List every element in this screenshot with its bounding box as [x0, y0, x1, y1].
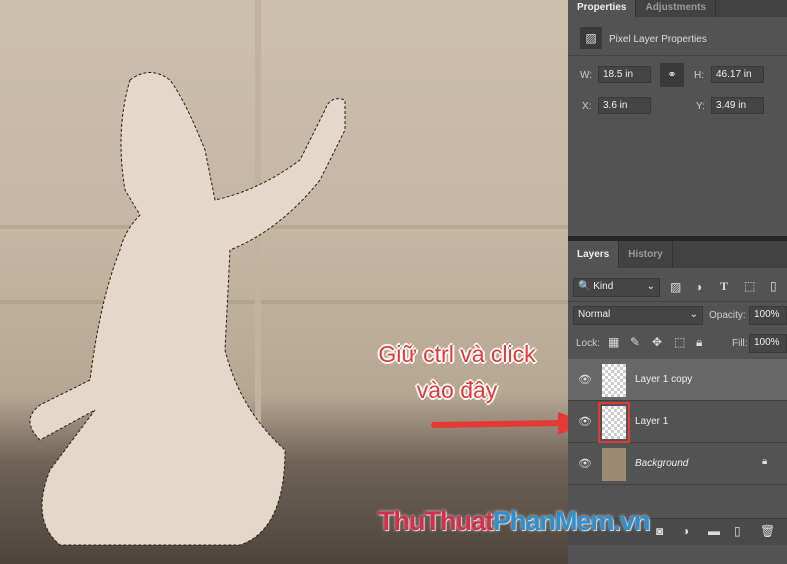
watermark-part3: .vn: [613, 506, 651, 536]
lock-brush-icon[interactable]: ✎: [630, 335, 640, 349]
blend-mode-select[interactable]: Normal ⌄: [573, 306, 703, 325]
tab-properties[interactable]: Properties: [568, 0, 637, 17]
blend-mode-value: Normal: [578, 309, 611, 320]
layer-thumbnail: [602, 448, 626, 481]
image-canvas[interactable]: [0, 0, 568, 564]
layer-row[interactable]: 👁︎ Layer 1 copy: [568, 359, 787, 401]
smart-object-filter-icon[interactable]: ▯: [770, 279, 777, 293]
watermark-part2: PhanMem: [492, 506, 615, 536]
layer-row[interactable]: 👁︎ Layer 1: [568, 401, 787, 443]
annotation-text: Giữ ctrl và click vào đây: [352, 336, 562, 408]
new-layer-icon[interactable]: ▯: [734, 524, 741, 538]
lock-transparent-icon[interactable]: ▦: [608, 335, 619, 349]
eye-icon[interactable]: 👁︎: [578, 457, 592, 470]
x-label: X:: [582, 101, 592, 112]
lock-artboard-icon[interactable]: ⬚: [674, 335, 685, 349]
tab-adjustments[interactable]: Adjustments: [636, 0, 717, 17]
lock-move-icon[interactable]: ✥: [652, 335, 662, 349]
adjustment-layer-icon[interactable]: ◑: [682, 524, 689, 538]
tab-history[interactable]: History: [619, 241, 673, 268]
height-field[interactable]: 46.17 in: [711, 66, 764, 83]
adjustment-filter-icon[interactable]: ◑: [695, 280, 702, 294]
lock-icon: 🔒︎: [762, 456, 768, 467]
fill-field[interactable]: 100%: [749, 334, 787, 353]
properties-title: Pixel Layer Properties: [609, 34, 707, 45]
opacity-field[interactable]: 100%: [749, 306, 787, 325]
opacity-label: Opacity:: [709, 310, 746, 321]
tab-layers[interactable]: Layers: [568, 241, 620, 268]
filter-kind-value: Kind: [593, 281, 614, 292]
annotation-line-2: vào đây: [416, 377, 498, 403]
h-label: H:: [694, 70, 704, 81]
y-field[interactable]: 3.49 in: [711, 97, 764, 114]
layer-row[interactable]: 👁︎ Background 🔒︎: [568, 443, 787, 485]
x-field[interactable]: 3.6 in: [598, 97, 651, 114]
lock-label: Lock:: [576, 338, 600, 349]
new-group-icon[interactable]: ▬: [708, 524, 720, 538]
pixel-layer-icon: ▨: [580, 27, 602, 49]
shape-filter-icon[interactable]: ⬚: [744, 279, 755, 293]
layer-name: Layer 1: [635, 416, 669, 427]
layer-thumbnail: [602, 364, 626, 397]
filter-kind-select[interactable]: 🔍 Kind ⌄: [573, 278, 660, 297]
width-field[interactable]: 18.5 in: [598, 66, 651, 83]
layer-name: Background: [635, 458, 689, 469]
lock-all-icon[interactable]: 🔒︎: [696, 335, 702, 350]
arrow-icon: [431, 412, 588, 435]
watermark: ThuThuatPhanMem.vn: [378, 506, 651, 537]
layer-name: Layer 1 copy: [635, 374, 693, 385]
annotation-line-1: Giữ ctrl và click: [378, 341, 536, 367]
fill-label: Fill:: [732, 338, 748, 349]
delete-layer-icon[interactable]: 🗑︎: [760, 524, 775, 538]
link-icon[interactable]: ⚭: [660, 63, 684, 87]
eye-icon[interactable]: 👁︎: [578, 415, 592, 428]
image-filter-icon[interactable]: ▨: [670, 280, 681, 294]
w-label: W:: [580, 70, 593, 81]
layer-thumbnail[interactable]: [598, 402, 630, 443]
right-panel: Properties Adjustments ▨ Pixel Layer Pro…: [568, 0, 787, 564]
watermark-part1: ThuThuat: [378, 506, 494, 536]
ballerina-photo: [0, 0, 568, 546]
type-filter-icon[interactable]: T: [720, 279, 728, 294]
add-mask-icon[interactable]: ◙: [656, 524, 663, 538]
layers-tabs: Layers History: [568, 241, 787, 268]
eye-icon[interactable]: 👁︎: [578, 373, 592, 386]
properties-tabs: Properties Adjustments: [568, 0, 787, 17]
y-label: Y:: [696, 101, 705, 112]
